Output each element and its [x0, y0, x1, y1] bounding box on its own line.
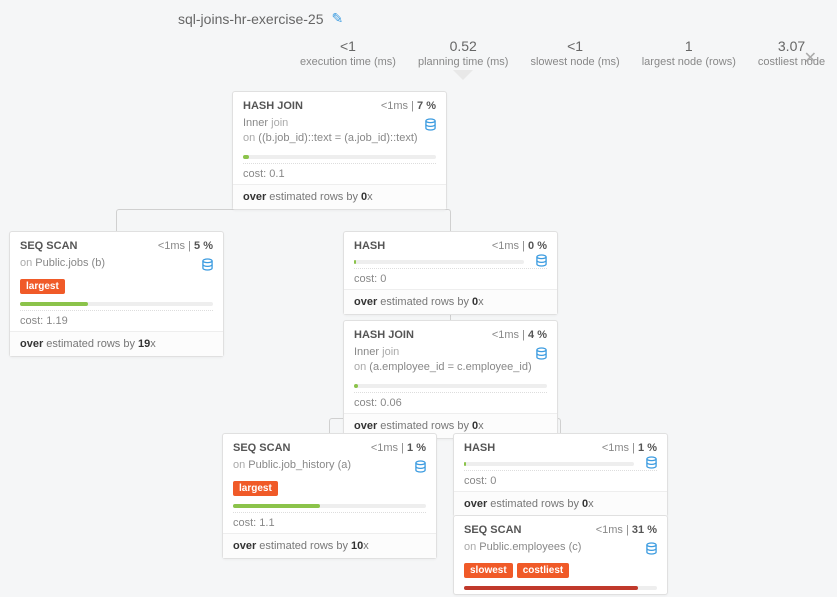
stat-exec-time: <1 execution time (ms): [300, 38, 396, 68]
node-detail: on Public.jobs (b): [10, 256, 223, 275]
close-icon[interactable]: ✕: [804, 48, 817, 68]
node-hash-2[interactable]: HASH <1ms | 1 % cost: 0 over estimated r…: [453, 433, 668, 517]
database-icon: [536, 347, 547, 360]
stat-largest: 1 largest node (rows): [642, 38, 736, 68]
stat-slowest: <1 slowest node (ms): [530, 38, 619, 68]
badge-largest: largest: [233, 481, 278, 496]
node-detail: Inner join on (a.employee_id = c.employe…: [344, 345, 557, 380]
node-hash-join-1[interactable]: HASH JOIN <1ms | 7 % Inner join on ((b.j…: [232, 91, 447, 210]
node-seq-scan-employees[interactable]: SEQ SCAN <1ms | 31 % on Public.employees…: [453, 515, 668, 595]
node-seq-scan-jobs[interactable]: SEQ SCAN <1ms | 5 % on Public.jobs (b) l…: [9, 231, 224, 357]
estimate-row: over estimated rows by 10x: [223, 533, 436, 558]
node-header: HASH JOIN <1ms | 4 %: [344, 321, 557, 345]
node-hash-join-2[interactable]: HASH JOIN <1ms | 4 % Inner join on (a.em…: [343, 320, 558, 439]
database-icon: [646, 456, 657, 469]
node-header: SEQ SCAN <1ms | 5 %: [10, 232, 223, 256]
node-detail: Inner join on ((b.job_id)::text = (a.job…: [233, 116, 446, 151]
node-header: HASH <1ms | 1 %: [454, 434, 667, 458]
node-header: HASH JOIN <1ms | 7 %: [233, 92, 446, 116]
stats-bar: <1 execution time (ms) 0.52 planning tim…: [300, 38, 825, 68]
node-header: HASH <1ms | 0 %: [344, 232, 557, 256]
node-hash-1[interactable]: HASH <1ms | 0 % cost: 0 over estimated r…: [343, 231, 558, 315]
node-seq-scan-job-history[interactable]: SEQ SCAN <1ms | 1 % on Public.job_histor…: [222, 433, 437, 559]
connector: [116, 209, 451, 231]
node-header: SEQ SCAN <1ms | 31 %: [454, 516, 667, 540]
estimate-row: over estimated rows by 0x: [454, 491, 667, 516]
database-icon: [536, 254, 547, 267]
page-title-row: sql-joins-hr-exercise-25 ✎: [178, 10, 343, 27]
database-icon: [425, 118, 436, 131]
estimate-row: over estimated rows by 0x: [233, 184, 446, 209]
stat-plan-time: 0.52 planning time (ms): [418, 38, 508, 68]
estimate-row: over estimated rows by 19x: [10, 331, 223, 356]
database-icon: [415, 460, 426, 473]
edit-icon[interactable]: ✎: [332, 10, 344, 27]
estimate-row: over estimated rows by 0x: [344, 289, 557, 314]
database-icon: [646, 542, 657, 555]
node-detail: on Public.employees (c): [454, 540, 667, 559]
pointer-icon: [453, 70, 473, 80]
badge-slowest: slowest: [464, 563, 513, 578]
page-title: sql-joins-hr-exercise-25: [178, 11, 324, 27]
badge-costliest: costliest: [517, 563, 570, 578]
badge-largest: largest: [20, 279, 65, 294]
node-detail: on Public.job_history (a): [223, 458, 436, 477]
database-icon: [202, 258, 213, 271]
node-header: SEQ SCAN <1ms | 1 %: [223, 434, 436, 458]
